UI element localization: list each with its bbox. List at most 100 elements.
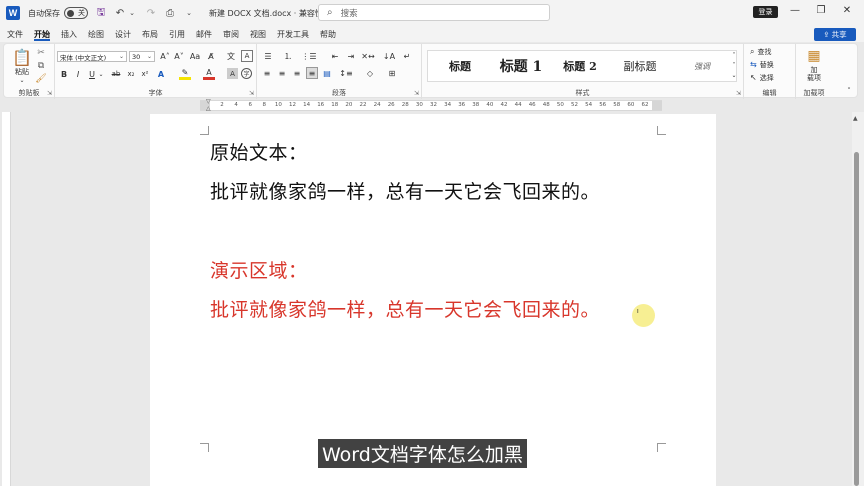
first-line-indent-marker[interactable]: ▽ bbox=[206, 98, 211, 105]
align-right-icon[interactable]: ≡ bbox=[291, 67, 303, 79]
enclose-characters-icon[interactable]: 字 bbox=[241, 68, 252, 79]
numbering-icon[interactable]: ⒈ bbox=[281, 50, 295, 62]
style-emphasis[interactable]: 强调 bbox=[674, 51, 730, 81]
highlight-color-icon[interactable]: ✎ bbox=[179, 68, 191, 80]
autosave-toggle[interactable]: 关 bbox=[64, 7, 88, 19]
addins-button-label[interactable]: 加 载项 bbox=[798, 66, 830, 82]
login-button[interactable]: 登录 bbox=[753, 6, 778, 18]
bullets-icon[interactable]: ☰ bbox=[261, 50, 275, 62]
clipboard-group: 📋 粘贴 ⌄ ✂ ⧉ 🖌 剪贴板 ⇲ bbox=[4, 44, 55, 99]
shrink-font-icon[interactable]: A˅ bbox=[173, 50, 185, 62]
styles-scroll-up-icon[interactable]: ˄ bbox=[730, 50, 738, 60]
hanging-indent-marker[interactable]: △ bbox=[206, 105, 211, 112]
scrollbar-thumb[interactable] bbox=[854, 152, 859, 486]
change-case-icon[interactable]: Aa bbox=[189, 50, 201, 62]
subscript-button[interactable]: x₂ bbox=[125, 68, 137, 80]
multilevel-list-icon[interactable]: ⋮☰ bbox=[301, 50, 317, 62]
tab-mailings[interactable]: 邮件 bbox=[192, 26, 216, 42]
tab-review[interactable]: 审阅 bbox=[219, 26, 243, 42]
underline-button[interactable]: U bbox=[87, 68, 97, 80]
undo-icon[interactable]: ↶ bbox=[114, 8, 126, 19]
shading-icon[interactable]: ◇ bbox=[363, 67, 377, 79]
doc-heading-original[interactable]: 原始文本： bbox=[210, 138, 308, 165]
redo-icon[interactable]: ↷ bbox=[145, 8, 157, 19]
show-marks-icon[interactable]: ↵ bbox=[401, 50, 413, 62]
tab-developer[interactable]: 开发工具 bbox=[273, 26, 313, 42]
share-button[interactable]: ⇪ 共享 bbox=[814, 28, 856, 41]
close-icon[interactable]: ✕ bbox=[840, 5, 854, 16]
align-left-icon[interactable]: ≡ bbox=[261, 67, 273, 79]
bold-button[interactable]: B bbox=[59, 68, 69, 80]
phonetic-guide-icon[interactable]: 文 bbox=[225, 50, 237, 62]
line-spacing-icon[interactable]: ↕≡ bbox=[339, 67, 353, 79]
decrease-indent-icon[interactable]: ⇤ bbox=[329, 50, 341, 62]
styles-launcher-icon[interactable]: ⇲ bbox=[736, 90, 741, 97]
clipboard-launcher-icon[interactable]: ⇲ bbox=[47, 90, 52, 97]
distributed-icon[interactable]: ▤ bbox=[321, 67, 333, 79]
paste-dropdown-icon[interactable]: ⌄ bbox=[18, 76, 26, 84]
ruler-tick-label: 44 bbox=[514, 102, 522, 108]
print-layout-icon[interactable]: ⎙ bbox=[164, 8, 176, 19]
clear-formatting-icon[interactable]: A̸ bbox=[205, 50, 217, 62]
cut-icon[interactable]: ✂ bbox=[36, 48, 46, 58]
font-group-label: 字体 bbox=[148, 89, 163, 97]
tab-file[interactable]: 文件 bbox=[3, 26, 27, 42]
horizontal-ruler[interactable]: ▽ △ 2 4 6 8 10 12 14 16 18 20 22 24 26 28 30 32 34 36 38 40… bbox=[200, 98, 662, 112]
borders-icon[interactable]: ⊞ bbox=[385, 67, 399, 79]
increase-indent-icon[interactable]: ⇥ bbox=[345, 50, 357, 62]
doc-text-demo[interactable]: 批评就像家鸽一样，总有一天它会飞回来的。 bbox=[210, 295, 600, 322]
sort-icon[interactable]: ↓A bbox=[383, 50, 395, 62]
strikethrough-button[interactable]: ab bbox=[110, 68, 122, 80]
paste-label[interactable]: 粘贴 bbox=[11, 67, 33, 76]
tab-view[interactable]: 视图 bbox=[246, 26, 270, 42]
tab-help[interactable]: 帮助 bbox=[316, 26, 340, 42]
tab-insert[interactable]: 插入 bbox=[57, 26, 81, 42]
grow-font-icon[interactable]: A˄ bbox=[159, 50, 171, 62]
document-page[interactable]: 原始文本： 批评就像家鸽一样，总有一天它会飞回来的。 演示区域： 批评就像家鸽一… bbox=[150, 114, 716, 486]
style-heading-2[interactable]: 标题 2 bbox=[554, 51, 606, 81]
tab-design[interactable]: 设计 bbox=[111, 26, 135, 42]
font-launcher-icon[interactable]: ⇲ bbox=[249, 90, 254, 97]
style-heading-1[interactable]: 标题 1 bbox=[490, 51, 552, 81]
save-icon[interactable]: 🖫 bbox=[95, 5, 107, 22]
replace-button[interactable]: ⇆ 替换 bbox=[750, 59, 794, 70]
collapse-ribbon-icon[interactable]: ˅ bbox=[844, 86, 854, 96]
doc-heading-demo[interactable]: 演示区域： bbox=[210, 256, 308, 283]
justify-icon[interactable]: ≡ bbox=[306, 67, 318, 79]
italic-button[interactable]: I bbox=[73, 68, 83, 80]
tab-layout[interactable]: 布局 bbox=[138, 26, 162, 42]
find-button[interactable]: ⌕ 查找 bbox=[750, 46, 794, 57]
styles-scroll-down-icon[interactable]: ˅ bbox=[730, 60, 738, 70]
paragraph-launcher-icon[interactable]: ⇲ bbox=[414, 90, 419, 97]
chevron-down-icon[interactable]: ⌄ bbox=[98, 68, 104, 80]
scroll-up-icon[interactable]: ▲ bbox=[853, 115, 858, 122]
chinese-layout-icon[interactable]: ✕↔ bbox=[361, 50, 375, 62]
vertical-ruler[interactable] bbox=[2, 112, 11, 486]
styles-more-icon[interactable]: ⌄ bbox=[730, 70, 738, 80]
tab-references[interactable]: 引用 bbox=[165, 26, 189, 42]
align-center-icon[interactable]: ≡ bbox=[276, 67, 288, 79]
paste-icon[interactable]: 📋 bbox=[12, 47, 32, 67]
copy-icon[interactable]: ⧉ bbox=[36, 61, 46, 71]
minimize-icon[interactable]: — bbox=[788, 5, 802, 16]
select-button[interactable]: ↖ 选择 bbox=[750, 72, 794, 83]
style-subtitle[interactable]: 副标题 bbox=[612, 51, 668, 81]
character-border-icon[interactable]: A bbox=[241, 50, 253, 62]
search-input[interactable]: ⌕ 搜索 bbox=[318, 4, 550, 21]
format-painter-icon[interactable]: 🖌 bbox=[35, 74, 46, 84]
font-color-icon[interactable]: A bbox=[203, 68, 215, 80]
style-heading[interactable]: 标题 bbox=[432, 51, 488, 81]
maximize-icon[interactable]: ❐ bbox=[814, 5, 828, 16]
tab-home[interactable]: 开始 bbox=[30, 26, 54, 42]
customize-toolbar-icon[interactable]: ⌄ bbox=[183, 9, 195, 17]
text-effects-icon[interactable]: A bbox=[155, 68, 167, 80]
addins-icon[interactable]: ▦ bbox=[805, 48, 823, 64]
ruler-tick-label: 14 bbox=[303, 102, 311, 108]
undo-dropdown-icon[interactable]: ⌄ bbox=[126, 9, 138, 17]
doc-text-original[interactable]: 批评就像家鸽一样，总有一天它会飞回来的。 bbox=[210, 177, 600, 204]
tab-draw[interactable]: 绘图 bbox=[84, 26, 108, 42]
superscript-button[interactable]: x² bbox=[139, 68, 151, 80]
font-name-dropdown[interactable]: 宋体 (中文正文) ⌄ bbox=[57, 51, 127, 62]
font-size-dropdown[interactable]: 30 ⌄ bbox=[129, 51, 155, 62]
character-shading-icon[interactable]: A bbox=[227, 68, 238, 79]
